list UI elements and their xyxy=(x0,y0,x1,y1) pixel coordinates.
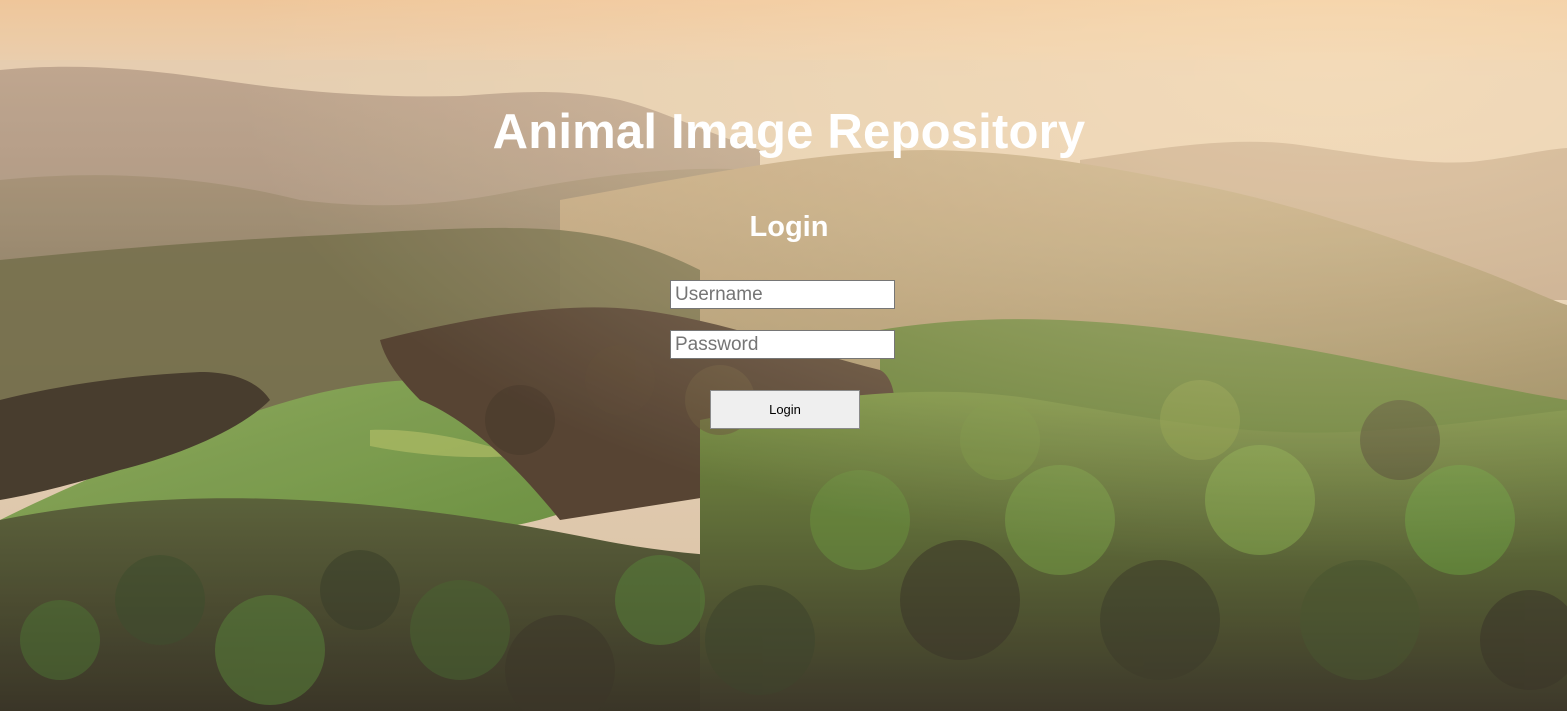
app-title: Animal Image Repository xyxy=(492,105,1086,159)
login-button[interactable]: Login xyxy=(710,390,860,429)
login-page: Animal Image Repository Login Login xyxy=(0,0,1567,711)
username-input[interactable] xyxy=(670,280,895,309)
password-input[interactable] xyxy=(670,330,895,359)
login-heading: Login xyxy=(749,211,829,243)
